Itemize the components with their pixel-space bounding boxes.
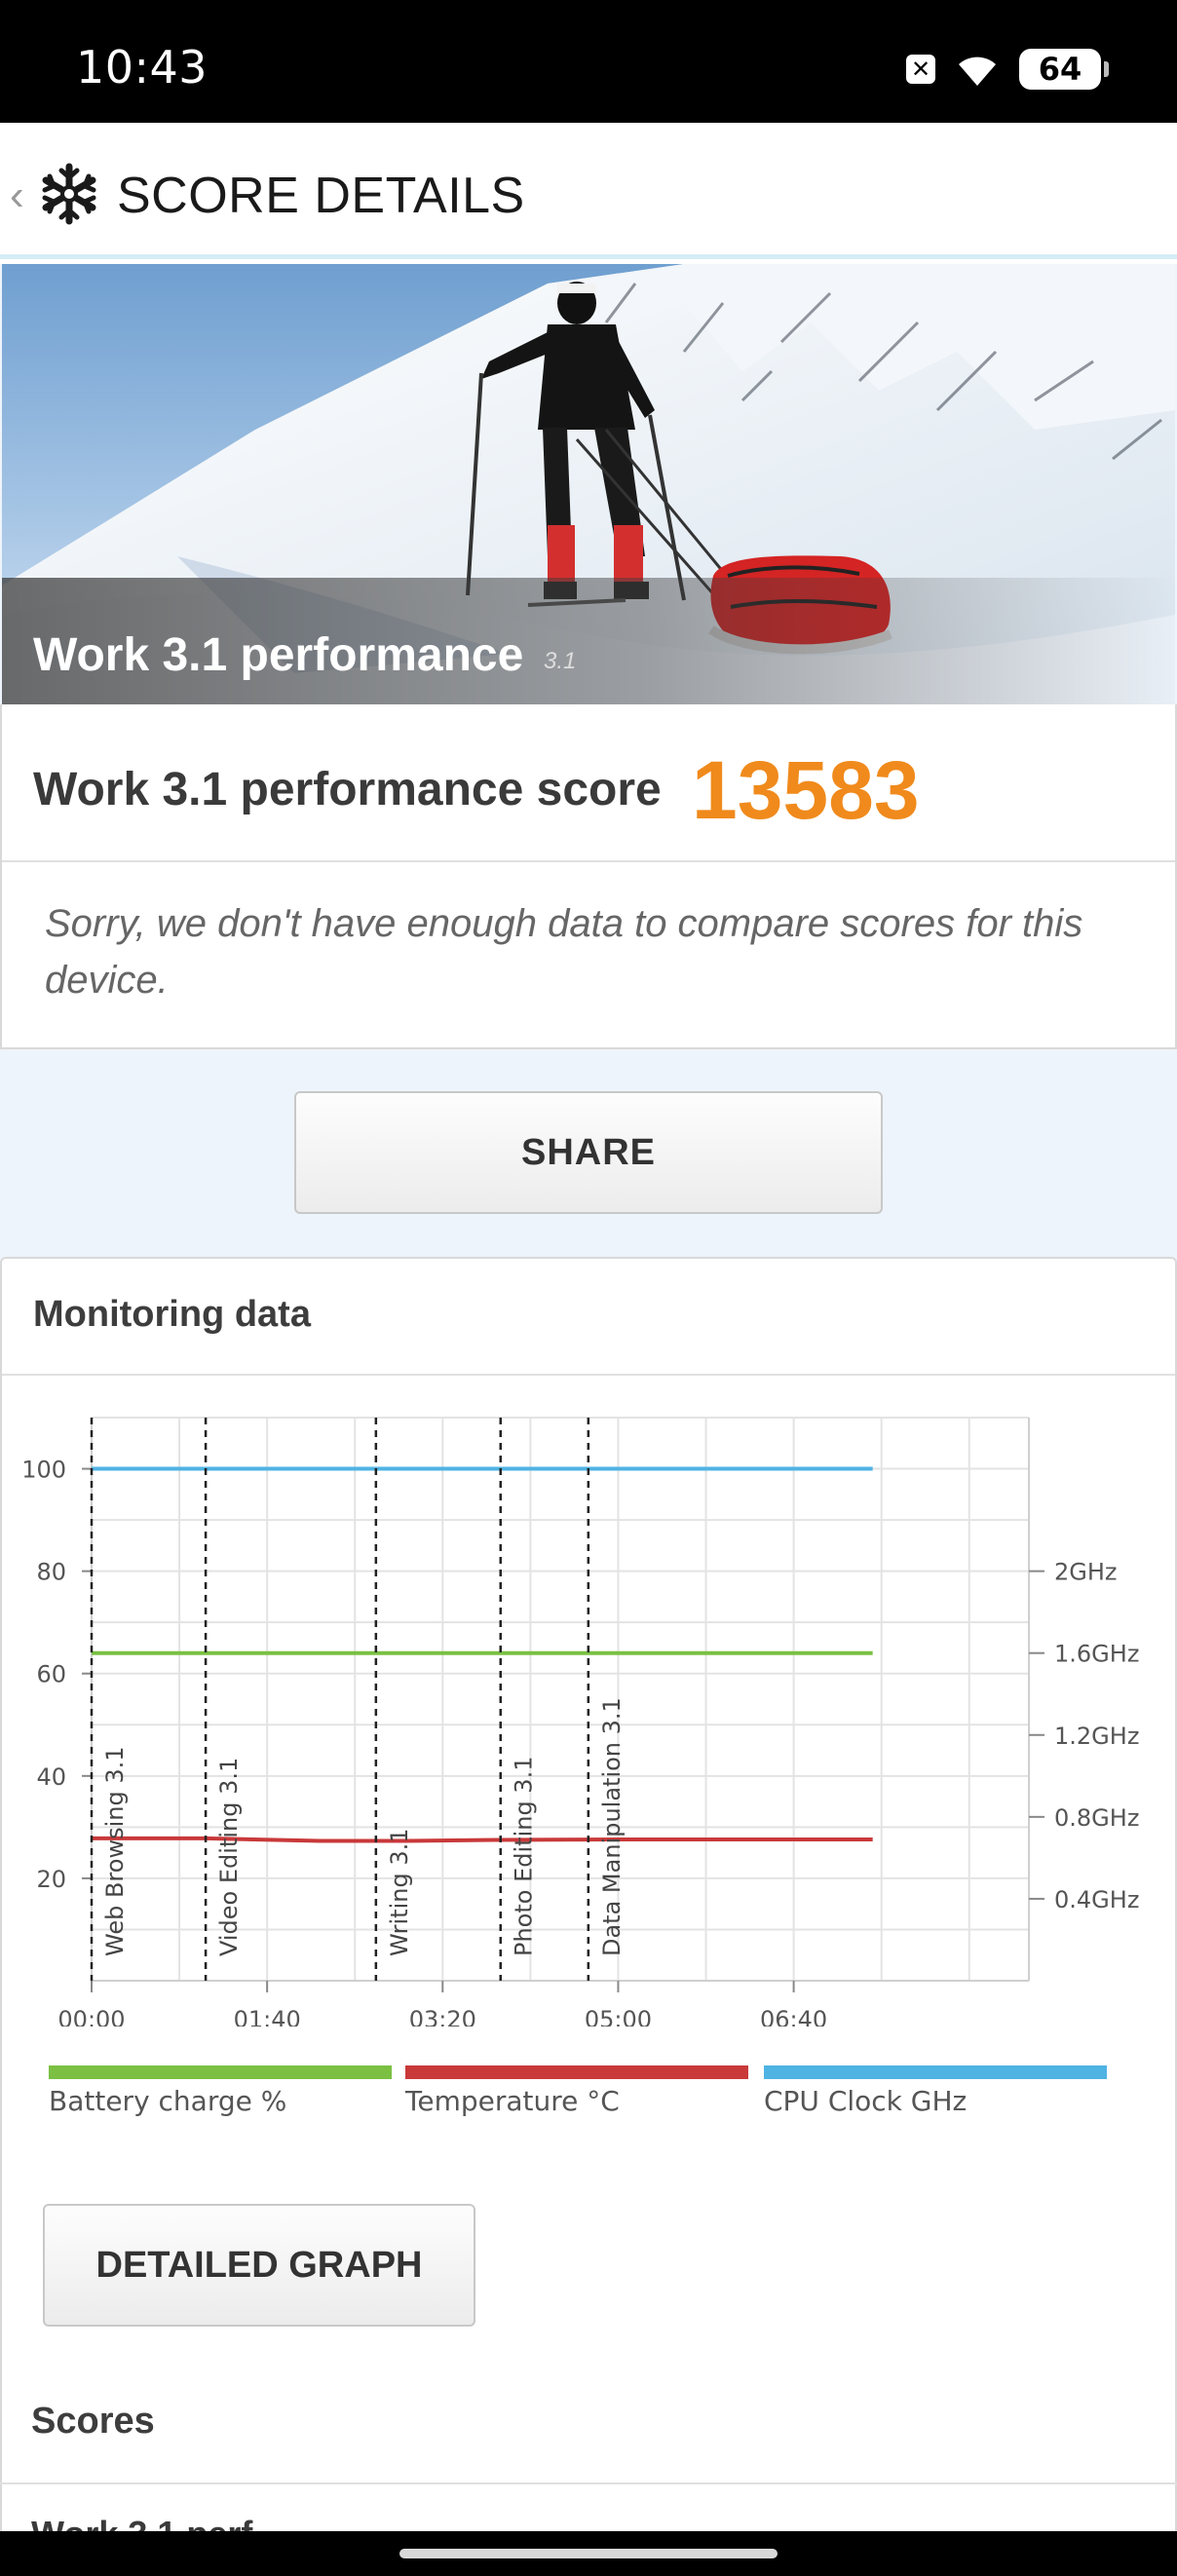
score-value: 13583 xyxy=(692,744,920,836)
status-icons: ✕ 64 xyxy=(906,47,1109,92)
status-time: 10:43 xyxy=(76,41,209,94)
battery-icon: 64 xyxy=(1019,49,1109,90)
score-card: Work 3.1 performance score 13583 Sorry, … xyxy=(0,704,1177,1049)
legend-item-temperature: Temperature °C xyxy=(405,2065,748,2124)
y-right-tick-label: 1.2GHz xyxy=(1054,1723,1139,1750)
phase-label: Web Browsing 3.1 xyxy=(101,1747,129,1956)
score-label: Work 3.1 performance score xyxy=(33,764,662,815)
x-tick-label: 00:00 xyxy=(57,2006,125,2027)
page-title: SCORE DETAILS xyxy=(117,168,525,224)
hero-title: Work 3.1 performance xyxy=(33,629,524,681)
share-button[interactable]: SHARE xyxy=(294,1091,883,1214)
legend-swatch-temperature xyxy=(405,2065,748,2079)
phase-label: Video Editing 3.1 xyxy=(215,1758,243,1956)
notification-x-icon: ✕ xyxy=(906,55,935,84)
hero-version: 3.1 xyxy=(544,648,577,674)
y-left-tick-label: 40 xyxy=(36,1763,66,1791)
detailed-graph-button[interactable]: DETAILED GRAPH xyxy=(43,2204,475,2327)
scores-section-title: Scores xyxy=(31,2401,155,2442)
x-tick-label: 05:00 xyxy=(585,2006,652,2027)
divider xyxy=(2,1374,1175,1376)
status-bar: 10:43 ✕ 64 xyxy=(0,0,1177,123)
x-tick-label: 06:40 xyxy=(760,2006,827,2027)
y-left-tick-label: 60 xyxy=(36,1661,66,1688)
phase-label: Writing 3.1 xyxy=(386,1828,413,1956)
divider xyxy=(0,2482,1177,2484)
phase-label: Photo Editing 3.1 xyxy=(511,1757,538,1956)
legend-swatch-cpu xyxy=(764,2065,1107,2079)
x-tick-label: 01:40 xyxy=(234,2006,301,2027)
legend-item-cpu: CPU Clock GHz xyxy=(764,2065,1107,2124)
comparison-message: Sorry, we don't have enough data to comp… xyxy=(45,902,1083,1002)
app-bar: ‹ SCORE DETAILS xyxy=(0,123,1177,259)
y-left-tick-label: 80 xyxy=(36,1559,66,1586)
legend-label-battery: Battery charge % xyxy=(49,2085,287,2117)
legend-label-cpu: CPU Clock GHz xyxy=(764,2085,968,2117)
legend-item-battery: Battery charge % xyxy=(49,2065,392,2124)
hero-banner: Work 3.1 performance 3.1 xyxy=(2,264,1175,704)
monitoring-chart: 20 40 60 80 100 0.4GHz 0.8GHz 1.2GHz 1.6GHz 2GHz 0… xyxy=(21,1417,1139,2027)
monitoring-title: Monitoring data xyxy=(33,1294,311,1335)
divider xyxy=(2,860,1175,862)
battery-level: 64 xyxy=(1038,51,1082,88)
navigation-bar xyxy=(0,2531,1177,2576)
snowflake-logo-icon xyxy=(42,163,96,225)
y-left-tick-label: 20 xyxy=(36,1866,66,1893)
home-gesture-handle[interactable] xyxy=(399,2549,778,2558)
hero-caption: Work 3.1 performance 3.1 xyxy=(2,578,1175,704)
legend-label-temperature: Temperature °C xyxy=(405,2085,620,2117)
wifi-icon xyxy=(959,57,996,86)
legend-swatch-battery xyxy=(49,2065,392,2079)
series-line-1 xyxy=(92,1836,873,1843)
y-right-tick-label: 0.4GHz xyxy=(1054,1886,1139,1913)
back-button[interactable]: ‹ xyxy=(10,171,24,220)
phase-label: Data Manipulation 3.1 xyxy=(598,1697,626,1956)
y-right-tick-label: 1.6GHz xyxy=(1054,1641,1139,1668)
y-left-tick-label: 100 xyxy=(21,1457,66,1484)
y-right-tick-label: 2GHz xyxy=(1054,1559,1118,1586)
x-tick-label: 03:20 xyxy=(409,2006,476,2027)
y-right-tick-label: 0.8GHz xyxy=(1054,1804,1139,1832)
